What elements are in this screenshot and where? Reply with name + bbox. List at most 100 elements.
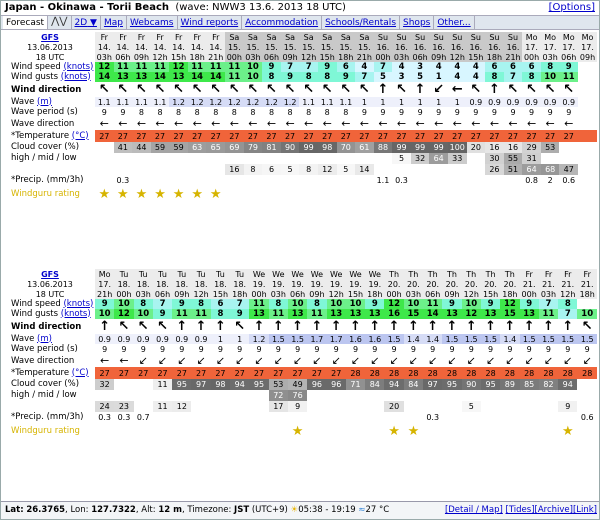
wind-gusts-cell: 13 bbox=[442, 309, 462, 319]
header-days-cell: Th bbox=[461, 269, 481, 279]
wave-dir-cell: ↙ bbox=[428, 354, 438, 367]
cloud-cell: 33 bbox=[447, 153, 467, 164]
wind-dir-cell: ↖ bbox=[284, 82, 296, 97]
tab-accommodation[interactable]: Accommodation bbox=[242, 16, 323, 29]
temperature-cell bbox=[578, 130, 597, 142]
wave-dir-cell: ← bbox=[211, 117, 221, 130]
wave-cell: 0.9 bbox=[466, 97, 486, 107]
wind-speed-cell: 12 bbox=[384, 299, 404, 309]
wind-speed-cell: 6 bbox=[210, 299, 231, 309]
tab-webcams[interactable]: Webcams bbox=[127, 16, 178, 29]
tab-map[interactable]: Map bbox=[101, 16, 127, 29]
cloud-sublabel: high / mid / low bbox=[11, 390, 77, 400]
wind-gusts-label: Wind gusts (knots) bbox=[11, 309, 91, 319]
cloud-cell: 94 bbox=[384, 379, 404, 390]
cloud-cell bbox=[577, 390, 597, 401]
precip-cell bbox=[151, 175, 170, 185]
wind-gusts-cell: 4 bbox=[447, 72, 467, 82]
options-link[interactable]: [Options] bbox=[549, 2, 595, 13]
header-row-dates: 13.06.2013 14. 14. 14. 14. 14. 14. 14. 15. 15. 15.… bbox=[5, 42, 597, 52]
timezone: JST bbox=[234, 505, 250, 515]
detail-map-link[interactable]: [Detail / Map] bbox=[445, 505, 503, 515]
wave-cell: 1.2 bbox=[249, 334, 269, 344]
model-link[interactable]: GFS bbox=[5, 269, 95, 279]
tides-link[interactable]: [Tides] bbox=[506, 505, 535, 515]
rating-cell bbox=[481, 422, 500, 440]
header-days-cell: We bbox=[287, 269, 308, 279]
cloud-cell bbox=[423, 390, 442, 401]
header-days-cell: Mo bbox=[95, 269, 115, 279]
tab-wind-reports[interactable]: Wind reports bbox=[178, 16, 243, 29]
cloud-cell bbox=[520, 390, 539, 401]
header-days-cell: We bbox=[268, 269, 288, 279]
header-days-cell: Sa bbox=[299, 32, 318, 42]
cloud-cell bbox=[244, 153, 263, 164]
wind-dir-cell: ↑ bbox=[195, 319, 207, 334]
header-hours-cell: 00h bbox=[522, 52, 541, 62]
header-dates-cell: 21. bbox=[577, 279, 597, 289]
wave-dir-label: Wave direction bbox=[11, 355, 75, 366]
wind-dir-cell: ↖ bbox=[228, 82, 240, 97]
longitude: 127.7322 bbox=[91, 505, 136, 515]
header-hours-cell: 15h bbox=[169, 52, 188, 62]
temperature-cell: 27 bbox=[280, 130, 300, 142]
tab-2d[interactable]: 2D ▼ bbox=[72, 16, 101, 29]
tab-bar: Forecast ⋀⋁ 2D ▼ Map Webcams Wind report… bbox=[1, 15, 599, 30]
cloud-cell bbox=[577, 379, 597, 390]
wind-dir-cell: ↑ bbox=[350, 319, 361, 334]
wind-speed-cell: 11 bbox=[249, 299, 269, 309]
wind-direction-row: Wind direction ↖ ↖ ↖ ↖ ↖ ↖ ↖ ↖ ↖ ↖ ↖ ↖ ↖ ↖ ↖ ↑ ↖ ↑ ↙ ← ↖ ↑ ↖ ↖ ↖ ↖ bbox=[5, 82, 597, 97]
archive-link[interactable]: [Archive] bbox=[535, 505, 573, 515]
cloud-cell bbox=[225, 153, 244, 164]
header-dates-cell: 19. bbox=[365, 279, 385, 289]
model-link[interactable]: GFS bbox=[5, 32, 95, 42]
header-days-cell: Mo bbox=[578, 32, 597, 42]
wave-cell: 0.9 bbox=[540, 97, 560, 107]
cloud-cell bbox=[134, 390, 153, 401]
cloud-cell bbox=[151, 153, 170, 164]
cloud-cell: 90 bbox=[461, 379, 481, 390]
wave-dir-label: Wave direction bbox=[11, 118, 75, 129]
header-hours-cell: 06h bbox=[287, 289, 308, 299]
tab-forecast[interactable]: Forecast bbox=[3, 16, 49, 29]
wind-gusts-cell: 10 bbox=[540, 72, 560, 82]
wind-gusts-cell bbox=[578, 72, 597, 82]
wave-dir-cell: ← bbox=[415, 117, 425, 130]
wave-direction-row: Wave direction ← ← ← ← ← ← ← ← ← ← ← ← ← ← ← ← ← ← ← ← ← ← ← ← ← ← bbox=[5, 117, 597, 130]
rating-label: Windguru rating bbox=[11, 188, 80, 199]
cloud-cell bbox=[230, 401, 249, 412]
timezone-offset: (UTC+9) bbox=[251, 505, 288, 515]
cloud-cell: 72 bbox=[268, 390, 288, 401]
tab-schools-rentals[interactable]: Schools/Rentals bbox=[322, 16, 401, 29]
wave-dir-cell: ↙ bbox=[254, 354, 264, 367]
wave-period-row: Wave period (s) 9 9 9 9 9 9 9 9 9 9 9 9 9 9 9 9 9 9 9 9 9 9 9 9 9… bbox=[5, 344, 597, 354]
cloud-cell: 20 bbox=[466, 142, 486, 153]
cloud-cell: 5 bbox=[461, 401, 481, 412]
wave-period-cell: 9 bbox=[417, 107, 423, 117]
wave-dir-cell: ← bbox=[545, 117, 555, 130]
temperature-cell: 28 bbox=[384, 367, 404, 379]
cloud-cell: 61 bbox=[355, 142, 374, 153]
precip-cell: 0.6 bbox=[580, 412, 594, 422]
wave-dir-cell: ↙ bbox=[505, 354, 515, 367]
wind-dir-cell: ↑ bbox=[99, 319, 111, 334]
header-hours-cell: 06h bbox=[113, 52, 133, 62]
wind-speed-cell: 9 bbox=[519, 299, 539, 309]
tab-shops[interactable]: Shops bbox=[400, 16, 435, 29]
header-dates-cell: 19. bbox=[268, 279, 288, 289]
header-days-cell: Su bbox=[447, 32, 467, 42]
precip-cell bbox=[448, 175, 467, 185]
precip-cell bbox=[95, 175, 114, 185]
temperature-cell: 27 bbox=[150, 130, 170, 142]
graph-icon[interactable]: ⋀⋁ bbox=[48, 16, 72, 29]
wind-gusts-cell: 9 bbox=[336, 72, 356, 82]
wind-dir-cell: ↖ bbox=[526, 82, 538, 97]
wave-cell: 1 bbox=[447, 97, 467, 107]
precip-cell bbox=[249, 412, 268, 422]
cloud-cell: 98 bbox=[317, 142, 337, 153]
precip-cell bbox=[520, 412, 539, 422]
header-hours-cell: 06h bbox=[423, 289, 443, 299]
tab-other[interactable]: Other... bbox=[434, 16, 475, 29]
link-link[interactable]: [Link] bbox=[573, 505, 597, 515]
header-days-cell: Fr bbox=[558, 269, 578, 279]
